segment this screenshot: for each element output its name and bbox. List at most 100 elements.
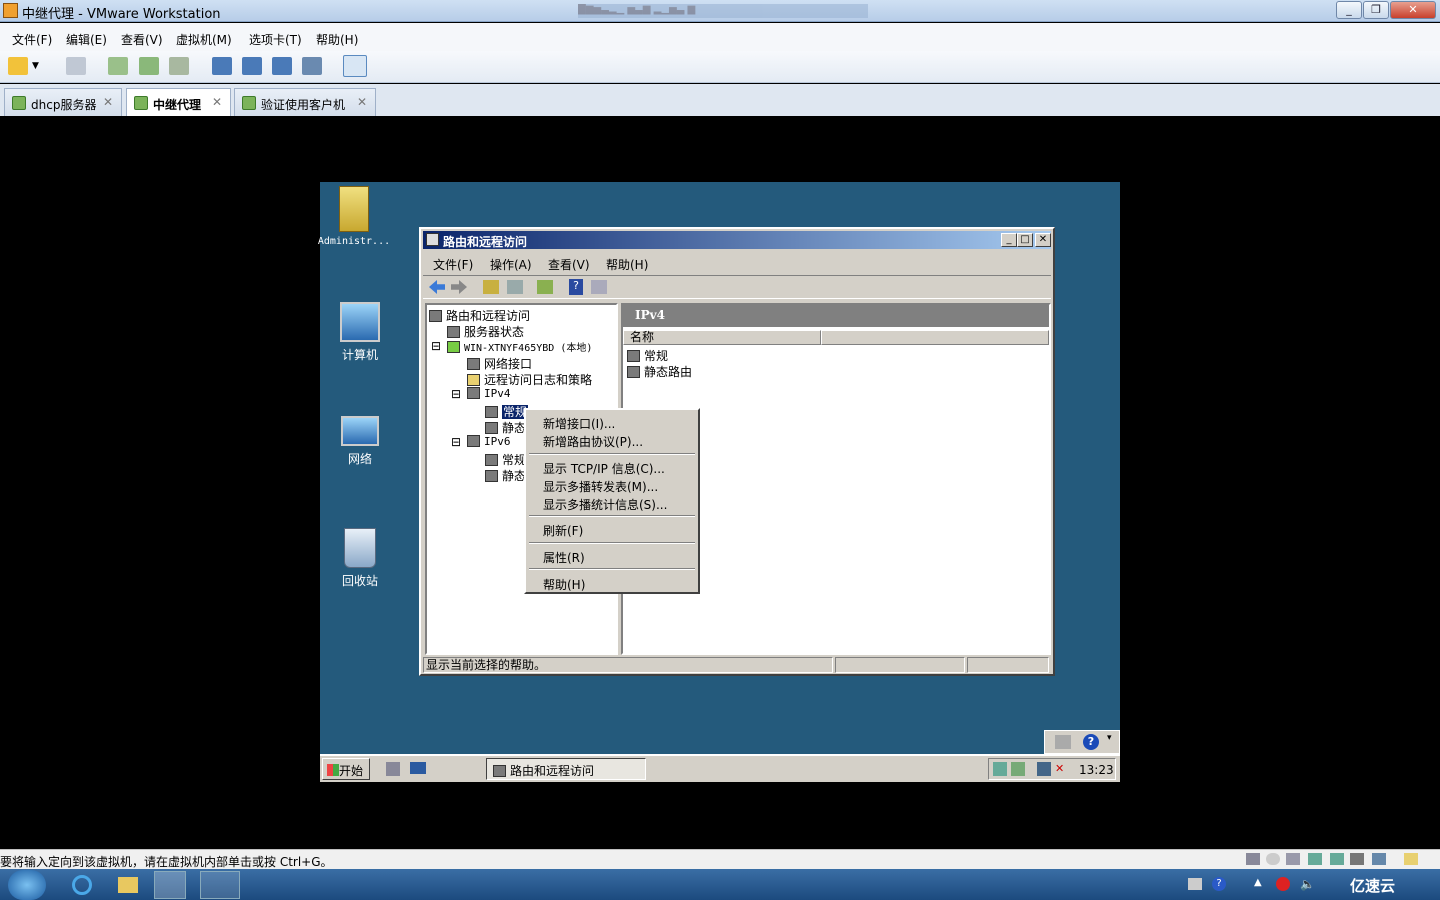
desktop-icon-computer[interactable]: 计算机 — [320, 302, 400, 363]
start-button[interactable]: 开始 — [322, 758, 370, 780]
action-center-icon[interactable] — [1276, 877, 1290, 891]
tab-close-icon[interactable]: ✕ — [357, 95, 367, 109]
menu-item-help[interactable]: 帮助(H) — [543, 576, 585, 593]
word-taskbar-icon[interactable] — [200, 871, 240, 899]
help-icon[interactable]: ? — [1083, 734, 1099, 750]
menu-item-new-interface[interactable]: 新增接口(I)... — [543, 415, 615, 432]
column-header-empty[interactable] — [821, 330, 1049, 345]
back-arrow-icon[interactable] — [429, 280, 445, 294]
internet-explorer-icon[interactable] — [72, 875, 92, 895]
column-header-name[interactable]: 名称 — [623, 330, 821, 345]
properties-icon[interactable] — [591, 280, 607, 294]
show-desktop-icon[interactable] — [410, 762, 426, 774]
list-item[interactable]: 常规 — [627, 347, 668, 364]
snapshot-manager-icon[interactable] — [169, 57, 189, 75]
sound-card-icon[interactable] — [1372, 853, 1386, 865]
message-log-icon[interactable] — [1404, 853, 1418, 865]
context-menu: 新增接口(I)... 新增路由协议(P)... 显示 TCP/IP 信息(C).… — [524, 408, 700, 594]
pause-icon[interactable] — [8, 57, 28, 75]
cd-drive-icon[interactable] — [1266, 853, 1280, 865]
rras-maximize-button[interactable]: □ — [1017, 233, 1033, 247]
revert-snapshot-icon[interactable] — [139, 57, 159, 75]
forward-arrow-icon[interactable] — [451, 280, 467, 294]
chevron-down-icon[interactable]: ▼ — [32, 61, 39, 71]
menu-item-properties[interactable]: 属性(R) — [543, 549, 585, 566]
file-explorer-icon[interactable] — [118, 877, 138, 893]
rras-minimize-button[interactable]: _ — [1001, 233, 1017, 247]
floppy-icon[interactable] — [1286, 853, 1300, 865]
menu-help[interactable]: 帮助(H) — [316, 31, 358, 48]
tree-expander[interactable]: ⊟ — [451, 387, 461, 401]
menu-item-new-routing-protocol[interactable]: 新增路由协议(P)... — [543, 433, 643, 450]
tree-expander[interactable]: ⊟ — [431, 339, 441, 353]
connection-icon[interactable] — [1037, 762, 1051, 776]
up-folder-icon[interactable] — [483, 280, 499, 294]
tab-close-icon[interactable]: ✕ — [103, 95, 113, 109]
tree-item-rras[interactable]: 路由和远程访问 — [429, 307, 530, 324]
tree-item-server[interactable]: WIN-XTNYF465YBD (本地) — [447, 339, 592, 354]
tree-item-ipv4-general[interactable]: 常规 — [485, 403, 529, 420]
rras-menu-view[interactable]: 查看(V) — [548, 256, 590, 273]
windows-start-orb-icon[interactable] — [8, 870, 46, 900]
tree-item-ipv4[interactable]: IPv4 — [467, 387, 511, 400]
menu-tabs[interactable]: 选项卡(T) — [249, 31, 302, 48]
chevron-down-icon[interactable]: ▾ — [1107, 733, 1112, 743]
menu-item-refresh[interactable]: 刷新(F) — [543, 522, 583, 539]
taskbar-button-rras[interactable]: 路由和远程访问 — [486, 758, 646, 780]
close-button[interactable]: ✕ — [1390, 1, 1436, 19]
rras-menu-action[interactable]: 操作(A) — [490, 256, 532, 273]
vmware-taskbar-icon[interactable] — [154, 871, 186, 899]
keyboard-icon[interactable] — [1188, 878, 1202, 890]
tree-item-server-status[interactable]: 服务器状态 — [447, 323, 524, 340]
network-adapter-icon[interactable] — [1308, 853, 1322, 865]
tree-item-ipv6-general[interactable]: 常规 — [485, 451, 526, 468]
printer-icon[interactable] — [1350, 853, 1364, 865]
tree-item-network-interfaces[interactable]: 网络接口 — [467, 355, 532, 372]
desktop-icon-recycle-bin[interactable]: 回收站 — [320, 528, 400, 589]
export-list-icon[interactable] — [537, 280, 553, 294]
volume-icon[interactable]: 🔈 — [1300, 877, 1315, 891]
network-adapter-2-icon[interactable] — [1330, 853, 1344, 865]
menu-file[interactable]: 文件(F) — [12, 31, 52, 48]
help-icon[interactable]: ? — [1212, 877, 1226, 891]
menu-edit[interactable]: 编辑(E) — [66, 31, 107, 48]
tree-expander[interactable]: ⊟ — [451, 435, 461, 449]
server-manager-icon[interactable] — [386, 762, 400, 776]
hard-disk-icon[interactable] — [1246, 853, 1260, 865]
show-hide-tree-icon[interactable] — [507, 280, 523, 294]
rras-menu-help[interactable]: 帮助(H) — [606, 256, 648, 273]
snapshot-icon[interactable] — [108, 57, 128, 75]
network-status-icon[interactable] — [993, 762, 1007, 776]
tab-close-icon[interactable]: ✕ — [212, 95, 222, 109]
tree-item-ipv4-static-routes[interactable]: 静态 — [485, 419, 526, 436]
thumbnail-bar-icon[interactable] — [242, 57, 262, 75]
menu-item-show-multicast-forwarding[interactable]: 显示多播转发表(M)... — [543, 478, 658, 495]
list-item[interactable]: 静态路由 — [627, 363, 692, 380]
show-library-icon[interactable] — [212, 57, 232, 75]
volume-muted-icon[interactable]: ✕ — [1055, 762, 1069, 776]
menu-item-show-tcpip-info[interactable]: 显示 TCP/IP 信息(C)... — [543, 460, 665, 477]
show-hidden-icons[interactable]: ▲ — [1254, 877, 1262, 888]
menu-view[interactable]: 查看(V) — [121, 31, 163, 48]
desktop-icon-administrator[interactable]: Administr... — [314, 186, 394, 247]
unity-icon[interactable] — [302, 57, 322, 75]
tree-item-ipv6[interactable]: IPv6 — [467, 435, 511, 448]
desktop-icon-network[interactable]: 网络 — [320, 416, 400, 467]
fullscreen-icon[interactable] — [272, 57, 292, 75]
minimize-button[interactable]: _ — [1336, 1, 1362, 19]
restore-button[interactable]: ❐ — [1363, 1, 1389, 19]
rras-close-button[interactable]: ✕ — [1035, 233, 1051, 247]
menu-item-show-multicast-stats[interactable]: 显示多播统计信息(S)... — [543, 496, 667, 513]
help-book-icon[interactable]: ? — [569, 279, 583, 295]
keyboard-icon[interactable] — [1055, 735, 1071, 749]
tab-test-client[interactable]: 验证使用客户机 ✕ — [234, 88, 376, 116]
tree-item-ipv6-static-routes[interactable]: 静态 — [485, 467, 526, 484]
tab-dhcp-server[interactable]: dhcp服务器 ✕ — [4, 88, 122, 116]
tab-relay-agent[interactable]: 中继代理 ✕ — [126, 88, 231, 117]
tree-item-remote-access-logging[interactable]: 远程访问日志和策略 — [467, 371, 592, 388]
menu-vm[interactable]: 虚拟机(M) — [176, 31, 232, 48]
console-view-icon[interactable] — [343, 55, 367, 77]
security-icon[interactable] — [1011, 762, 1025, 776]
rras-menu-file[interactable]: 文件(F) — [433, 256, 473, 273]
send-ctrl-alt-del-icon[interactable] — [66, 57, 86, 75]
